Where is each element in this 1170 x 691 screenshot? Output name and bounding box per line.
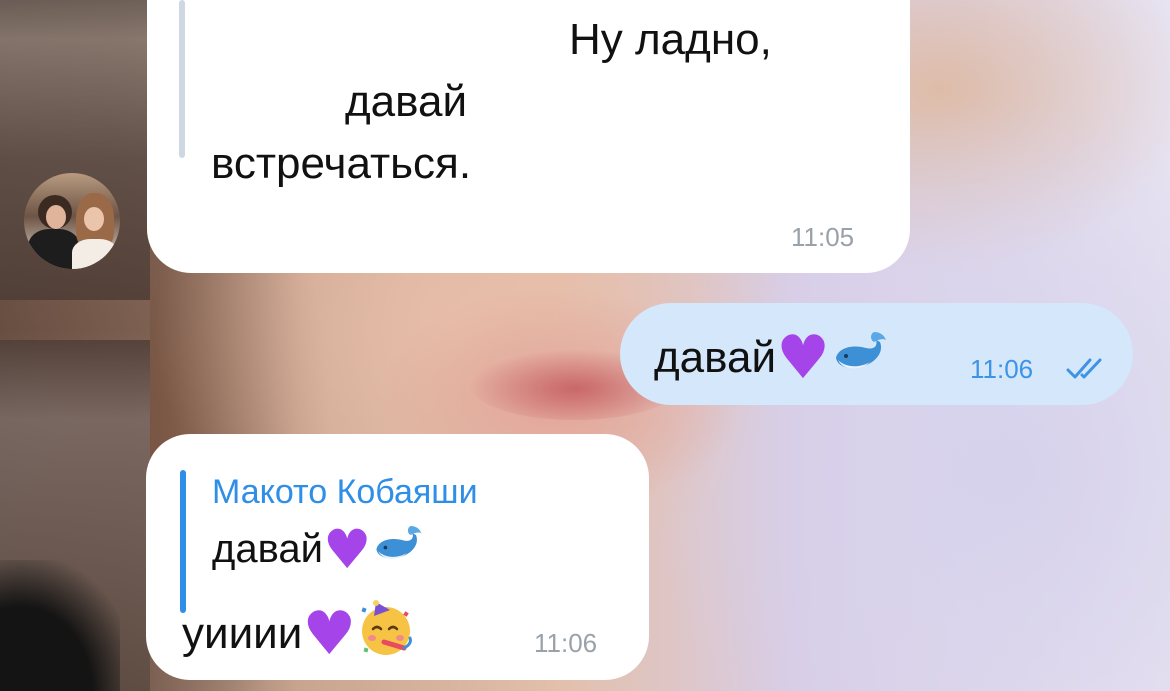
message-text-line: давай: [345, 77, 468, 126]
message-text-value: уииии: [182, 609, 303, 658]
quote-bar: [179, 0, 185, 158]
message-time: 11:06: [534, 628, 598, 658]
purple-heart-icon: ♥: [302, 599, 357, 669]
message-text-line: Ну ладно,: [569, 15, 772, 64]
reply-quoted-text[interactable]: давай♥: [212, 518, 425, 581]
message-time: 11:06: [970, 354, 1034, 384]
wallpaper-band: [0, 300, 150, 340]
avatar-figure: [84, 207, 104, 231]
reply-quoted-text-value: давай: [212, 527, 323, 571]
purple-heart-icon: ♥: [776, 323, 830, 393]
avatar-figure: [46, 205, 66, 229]
message-text: давай♥: [654, 323, 890, 393]
message-text: уииии♥: [182, 598, 416, 669]
partying-face-icon: [361, 600, 412, 655]
message-time: 11:05: [791, 222, 855, 252]
purple-heart-icon: ♥: [322, 518, 372, 581]
sender-avatar[interactable]: [24, 173, 120, 269]
message-text-line: встречаться.: [211, 139, 472, 188]
reply-quote-bar[interactable]: [180, 470, 186, 613]
incoming-reply-message-bubble[interactable]: Макото Кобаяши давай♥ уииии♥ 11:06: [146, 434, 649, 680]
reply-author-name[interactable]: Макото Кобаяши: [212, 472, 478, 512]
incoming-message-bubble[interactable]: Ну ладно, давай встречаться. 11:05: [147, 0, 910, 273]
outgoing-message-bubble[interactable]: давай♥ 11:06: [620, 303, 1133, 405]
message-text-value: давай: [654, 333, 777, 382]
avatar-figure: [72, 239, 118, 269]
whale-icon: [835, 332, 886, 369]
wallpaper-shadow: [0, 560, 120, 691]
whale-icon: [376, 526, 422, 559]
double-check-icon: [1066, 358, 1102, 379]
